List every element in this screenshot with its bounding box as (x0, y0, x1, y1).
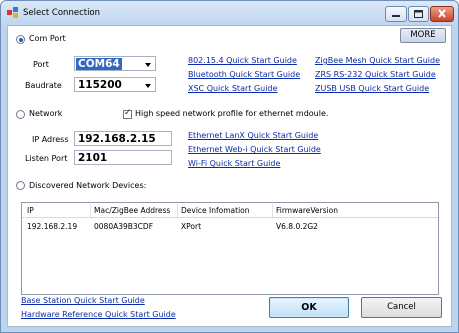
com-port-radio[interactable] (16, 35, 25, 44)
port-label: Port (33, 60, 49, 69)
chevron-down-icon (145, 63, 151, 67)
cell-device-info: XPort (181, 222, 202, 231)
cell-mac: 0080A39B3CDF (94, 222, 154, 231)
discovered-devices-radio[interactable] (16, 181, 25, 190)
column-divider[interactable] (272, 204, 273, 217)
close-icon (438, 9, 446, 18)
port-value: COM64 (76, 58, 122, 70)
checkmark-icon: ✓ (124, 108, 132, 118)
column-header-device-info[interactable]: Device Infomation (181, 206, 250, 215)
baudrate-combo[interactable]: 115200 (74, 77, 156, 92)
network-radio[interactable] (16, 110, 25, 119)
guide-ethernet-webi-link[interactable]: Ethernet Web-i Quick Start Guide (188, 145, 321, 154)
column-header-mac[interactable]: Mac/ZigBee Address (94, 206, 170, 215)
column-header-ip[interactable]: IP (27, 206, 34, 215)
high-speed-checkbox[interactable]: ✓ (123, 108, 132, 119)
ip-address-input[interactable]: 192.168.2.15 (74, 131, 172, 146)
column-divider[interactable] (90, 204, 91, 217)
column-divider[interactable] (177, 204, 178, 217)
title-bar: Select Connection (1, 1, 458, 25)
port-combo[interactable]: COM64 (74, 56, 156, 71)
baudrate-label: Baudrate (25, 81, 62, 90)
baudrate-value: 115200 (78, 79, 122, 91)
column-header-firmware[interactable]: FirmwareVersion (276, 206, 338, 215)
minimize-button[interactable] (385, 6, 407, 22)
com-port-label: Com Port (29, 34, 66, 43)
select-connection-window: Select Connection Com Port MORE Port COM… (0, 0, 459, 333)
guide-bluetooth-link[interactable]: Bluetooth Quick Start Guide (188, 70, 300, 79)
app-icon (7, 7, 18, 18)
window-title: Select Connection (23, 8, 101, 18)
guide-ethernet-lanx-link[interactable]: Ethernet LanX Quick Start Guide (188, 131, 318, 140)
guide-zrs-rs232-link[interactable]: ZRS RS-232 Quick Start Guide (315, 70, 436, 79)
ip-address-value: 192.168.2.15 (78, 133, 156, 145)
cell-ip: 192.168.2.19 (27, 222, 78, 231)
hardware-reference-guide-link[interactable]: Hardware Reference Quick Start Guide (21, 310, 176, 319)
base-station-guide-link[interactable]: Base Station Quick Start Guide (21, 296, 145, 305)
guide-zusb-link[interactable]: ZUSB USB Quick Start Guide (315, 84, 429, 93)
listen-port-value: 2101 (78, 152, 108, 164)
maximize-button[interactable] (408, 6, 429, 22)
dialog-body: Com Port MORE Port COM64 Baudrate 115200… (7, 25, 452, 327)
guide-wifi-link[interactable]: Wi-Fi Quick Start Guide (188, 159, 280, 168)
guide-xsc-link[interactable]: XSC Quick Start Guide (188, 84, 277, 93)
discovered-devices-label: Discovered Network Devices: (29, 181, 147, 190)
listen-port-input[interactable]: 2101 (74, 150, 172, 165)
maximize-icon (414, 10, 423, 18)
close-button[interactable] (430, 6, 454, 22)
guide-802-15-4-link[interactable]: 802.15.4 Quick Start Guide (188, 56, 297, 65)
cancel-button[interactable]: Cancel (361, 297, 442, 318)
minimize-icon (392, 15, 400, 17)
devices-table: IP Mac/ZigBee Address Device Infomation … (21, 202, 439, 295)
network-label: Network (29, 109, 63, 118)
ip-address-label: IP Adress (32, 135, 69, 144)
chevron-down-icon (145, 84, 151, 88)
table-header: IP Mac/ZigBee Address Device Infomation … (22, 203, 438, 218)
listen-port-label: Listen Port (25, 154, 68, 163)
cell-firmware: V6.8.0.2G2 (276, 222, 318, 231)
high-speed-label: High speed network profile for ethernet … (135, 109, 329, 118)
more-button[interactable]: MORE (400, 28, 446, 43)
guide-zigbee-mesh-link[interactable]: ZigBee Mesh Quick Start Guide (315, 56, 440, 65)
ok-button[interactable]: OK (269, 297, 349, 318)
